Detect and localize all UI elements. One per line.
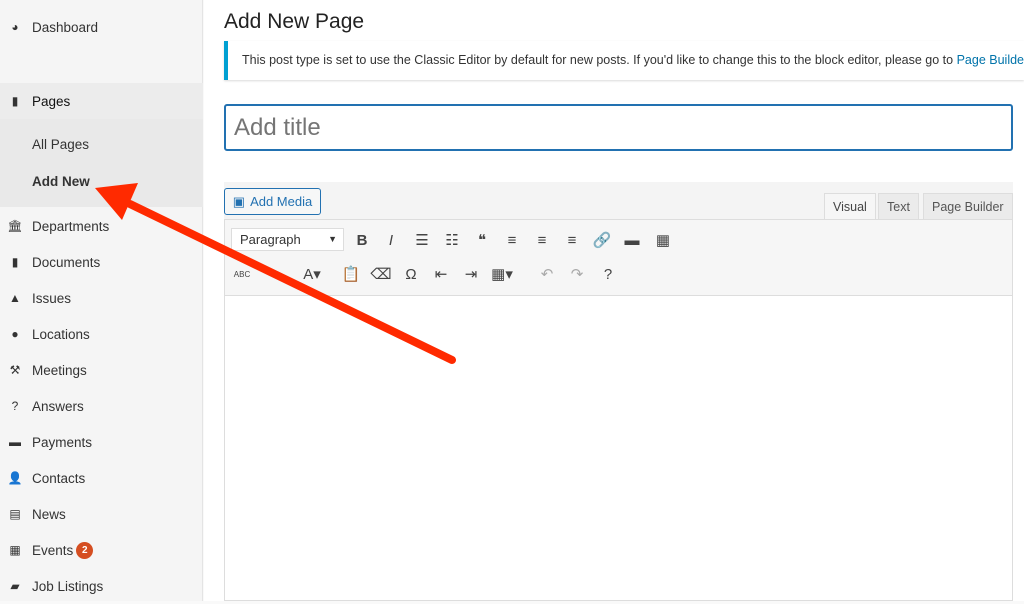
dashboard-icon: ◕ <box>11 20 19 34</box>
sidebar-subitem-add-new[interactable]: Add New <box>32 174 90 189</box>
sidebar-item-pages[interactable]: ▮ Pages <box>0 83 203 119</box>
count-badge: 2 <box>76 541 94 559</box>
align-left-icon[interactable]: ≡ <box>500 228 524 252</box>
gavel-icon: ⚒ <box>9 363 21 377</box>
editor-content-area[interactable] <box>224 295 1013 601</box>
classic-editor-notice: This post type is set to use the Classic… <box>224 41 1024 80</box>
admin-sidebar: ◕ Dashboard ▮ Pages All Pages Add New 🏛 Dep… <box>0 0 203 601</box>
blockquote-icon[interactable]: ❝ <box>470 228 494 252</box>
sidebar-item-events[interactable]: ▦ Events 2 <box>0 532 203 568</box>
sidebar-item-locations[interactable]: ● Locations <box>0 316 203 352</box>
redo-icon[interactable]: ↷ <box>565 262 589 286</box>
italic-icon[interactable]: I <box>379 228 403 252</box>
sidebar-item-job-listings[interactable]: ▰ Job Listings <box>0 568 203 604</box>
sidebar-item-contacts[interactable]: 👤 Contacts <box>0 460 203 496</box>
table-icon[interactable]: ▦▾ <box>490 262 514 286</box>
link-icon[interactable]: 🔗 <box>590 228 614 252</box>
format-select[interactable]: Paragraph ▼ <box>231 228 344 251</box>
person-icon: 👤 <box>7 471 23 485</box>
sidebar-subitem-all-pages[interactable]: All Pages <box>32 137 89 152</box>
clear-format-icon[interactable]: ⌫ <box>369 262 393 286</box>
numbered-list-icon[interactable]: ☷ <box>440 228 464 252</box>
sidebar-item-departments[interactable]: 🏛 Departments <box>0 208 203 244</box>
text-color-icon[interactable]: A▾ <box>300 262 324 286</box>
sidebar-item-payments[interactable]: ▬ Payments <box>0 424 203 460</box>
sidebar-item-meetings[interactable]: ⚒ Meetings <box>0 352 203 388</box>
add-media-button[interactable]: ▣ Add Media <box>224 188 321 215</box>
bulleted-list-icon[interactable]: ☰ <box>410 228 434 252</box>
align-right-icon[interactable]: ≡ <box>560 228 584 252</box>
toolbar-toggle-icon[interactable]: ▦ <box>651 228 675 252</box>
question-icon: ? <box>11 399 19 413</box>
special-character-icon[interactable]: Ω <box>399 262 423 286</box>
newspaper-icon: ▤ <box>9 507 21 521</box>
sidebar-item-dashboard[interactable]: ◕ Dashboard <box>0 9 203 45</box>
paste-text-icon[interactable]: 📋 <box>339 262 363 286</box>
read-more-icon[interactable]: ▬ <box>620 228 644 252</box>
page-builder-settings-link[interactable]: Page Builder Settings <box>957 53 1024 67</box>
caret-down-icon: ▼ <box>328 234 337 244</box>
warning-icon: ▲ <box>9 291 21 305</box>
help-icon[interactable]: ? <box>596 262 620 286</box>
page-icon: ▮ <box>11 94 19 108</box>
outdent-icon[interactable]: ⇤ <box>429 262 453 286</box>
tab-page-builder[interactable]: Page Builder <box>923 193 1013 220</box>
calendar-icon: ▦ <box>9 543 21 557</box>
bold-icon[interactable]: B <box>350 228 374 252</box>
briefcase-icon: ▰ <box>10 579 20 593</box>
sidebar-item-issues[interactable]: ▲ Issues <box>0 280 203 316</box>
tab-text[interactable]: Text <box>878 193 919 220</box>
sidebar-item-documents[interactable]: ▮ Documents <box>0 244 203 280</box>
title-input[interactable] <box>224 104 1013 151</box>
undo-icon[interactable]: ↶ <box>535 262 559 286</box>
page-title: Add New Page <box>224 10 365 33</box>
document-icon: ▮ <box>11 255 19 269</box>
strikethrough-icon[interactable]: ABC <box>230 262 254 286</box>
map-pin-icon: ● <box>11 327 19 341</box>
align-center-icon[interactable]: ≡ <box>530 228 554 252</box>
credit-card-icon: ▬ <box>9 435 21 449</box>
institution-icon: 🏛 <box>7 219 23 233</box>
media-icon: ▣ <box>232 193 246 209</box>
sidebar-item-answers[interactable]: ? Answers <box>0 388 203 424</box>
tab-visual[interactable]: Visual <box>824 193 876 220</box>
indent-icon[interactable]: ⇥ <box>459 262 483 286</box>
sidebar-item-news[interactable]: ▤ News <box>0 496 203 532</box>
